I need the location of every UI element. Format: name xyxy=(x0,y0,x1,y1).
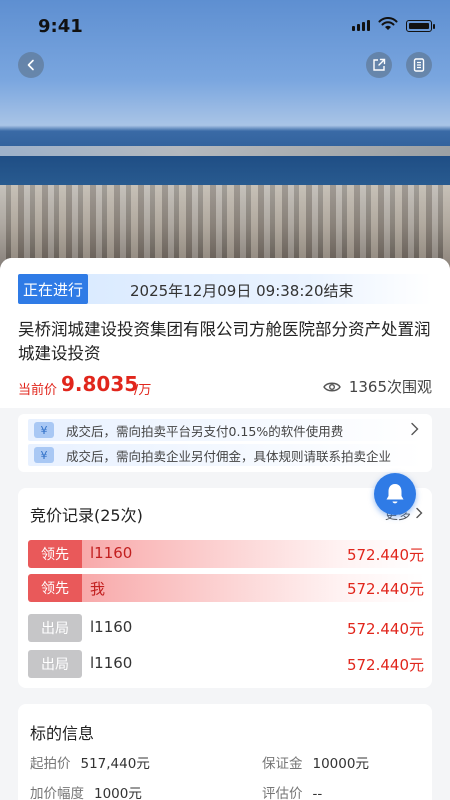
target-info-title: 标的信息 xyxy=(30,724,95,743)
bid-row: 领先 l1160 572.440元 xyxy=(28,540,424,568)
auction-title: 吴桥润城建设投资集团有限公司方舱医院部分资产处置润城建设投资 xyxy=(18,320,431,363)
fee-notice-text: 成交后，需向拍卖平台另支付0.15%的软件使用费 xyxy=(66,423,344,439)
hero-horizon xyxy=(0,146,450,156)
wifi-icon xyxy=(378,17,398,30)
yen-icon: ¥ xyxy=(34,447,54,463)
share-icon xyxy=(373,58,386,71)
bid-amount: 572.440元 xyxy=(346,580,424,598)
current-price-value: 9.8035 xyxy=(61,372,139,396)
bid-amount: 572.440元 xyxy=(346,656,424,674)
fee-notice-text: 成交后，需向拍卖企业另付佣金，具体规则请联系拍卖企业 xyxy=(66,448,392,464)
bid-records-card: 竞价记录(25次) 更多 领先 l1160 572.440元 领先 我 572.… xyxy=(18,488,432,688)
fee-notices[interactable]: ¥ 成交后，需向拍卖平台另支付0.15%的软件使用费 ¥ 成交后，需向拍卖企业另… xyxy=(18,414,432,472)
detail-sheet: 正在进行 2025年12月09日 09:38:20结束 吴桥润城建设投资集团有限… xyxy=(0,258,450,800)
fee-notice: ¥ 成交后，需向拍卖平台另支付0.15%的软件使用费 xyxy=(28,419,424,441)
bid-amount: 572.440元 xyxy=(346,620,424,638)
bid-increment: 加价幅度 1000元 xyxy=(30,786,142,800)
document-icon xyxy=(413,58,425,72)
chevron-left-icon xyxy=(27,59,34,71)
bid-status-badge: 出局 xyxy=(28,614,82,642)
bid-amount: 572.440元 xyxy=(346,546,424,564)
bid-status-badge: 领先 xyxy=(28,574,82,602)
bid-records-title: 竞价记录(25次) xyxy=(30,506,143,525)
status-time: 9:41 xyxy=(38,16,83,37)
status-bar: 9:41 xyxy=(0,0,450,52)
auction-status-bar: 正在进行 2025年12月09日 09:38:20结束 xyxy=(18,274,432,304)
auction-end-time: 2025年12月09日 09:38:20结束 xyxy=(130,282,354,300)
battery-icon xyxy=(406,20,435,32)
cellular-signal-icon xyxy=(352,20,370,31)
bid-status-badge: 领先 xyxy=(28,540,82,568)
bidder-name: l1160 xyxy=(90,544,133,562)
auction-status-badge: 正在进行 xyxy=(18,274,88,304)
yen-icon: ¥ xyxy=(34,422,54,438)
current-price-unit: /万 xyxy=(134,383,152,398)
view-count: 1365次围观 xyxy=(322,376,432,397)
chevron-right-icon xyxy=(410,422,420,440)
fee-notice: ¥ 成交后，需向拍卖企业另付佣金，具体规则请联系拍卖企业 xyxy=(28,444,424,466)
reminder-button[interactable] xyxy=(374,473,416,515)
bidder-name: l1160 xyxy=(90,654,133,672)
back-button[interactable] xyxy=(18,52,44,78)
target-info-card: 标的信息 起拍价 517,440元 保证金 10000元 加价幅度 1000元 评估价… xyxy=(18,704,432,800)
chevron-right-icon xyxy=(416,507,423,519)
start-price: 起拍价 517,440元 xyxy=(30,756,150,772)
view-count-text: 1365次围观 xyxy=(348,378,432,396)
bid-row: 领先 我 572.440元 xyxy=(28,574,424,602)
deposit: 保证金 10000元 xyxy=(262,756,369,772)
share-button[interactable] xyxy=(366,52,392,78)
eye-icon xyxy=(322,382,341,391)
document-button[interactable] xyxy=(406,52,432,78)
bidder-name: 我 xyxy=(90,580,106,598)
bell-icon xyxy=(386,484,404,504)
current-price-label: 当前价 xyxy=(18,383,58,398)
auction-summary: 正在进行 2025年12月09日 09:38:20结束 吴桥润城建设投资集团有限… xyxy=(0,258,450,408)
bid-row: 出局 l1160 572.440元 xyxy=(28,614,424,642)
price-row: 当前价 9.8035 /万 1365次围观 xyxy=(18,372,432,400)
bid-status-badge: 出局 xyxy=(28,650,82,678)
appraisal-price: 评估价 -- xyxy=(262,786,323,800)
bidder-name: l1160 xyxy=(90,618,133,636)
bid-row: 出局 l1160 572.440元 xyxy=(28,650,424,678)
